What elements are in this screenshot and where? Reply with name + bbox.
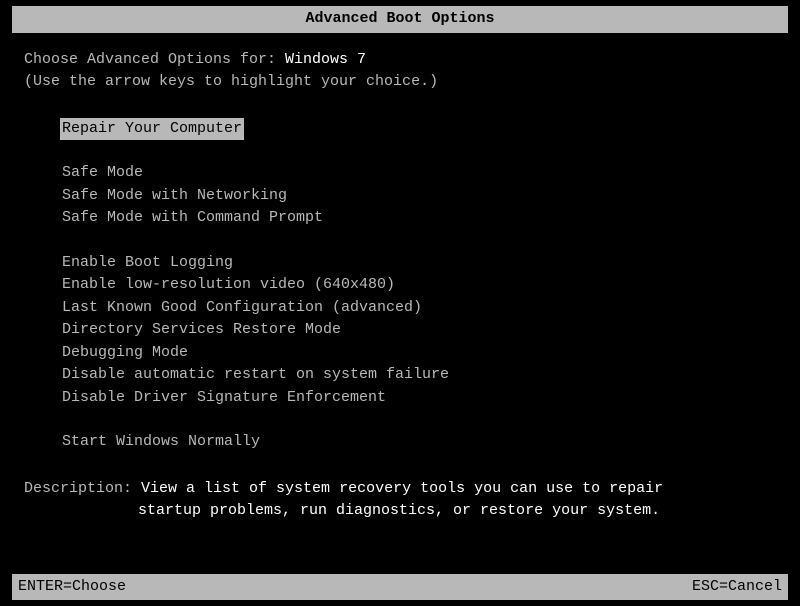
menu-item-start-windows-normally[interactable]: Start Windows Normally (60, 431, 262, 454)
menu-item-low-res-video[interactable]: Enable low-resolution video (640x480) (60, 274, 397, 297)
description-label: Description: (24, 480, 141, 497)
menu-item-safe-mode[interactable]: Safe Mode (60, 162, 145, 185)
content-area: Choose Advanced Options for: Windows 7 (… (0, 33, 800, 523)
page-title: Advanced Boot Options (305, 10, 494, 27)
menu-item-disable-auto-restart[interactable]: Disable automatic restart on system fail… (60, 364, 451, 387)
footer-bar: ENTER=Choose ESC=Cancel (12, 574, 788, 601)
prompt-prefix: Choose Advanced Options for: (24, 51, 285, 68)
description-block: Description: View a list of system recov… (24, 478, 776, 523)
title-bar: Advanced Boot Options (12, 6, 788, 33)
os-name: Windows 7 (285, 51, 366, 68)
description-text-line1: View a list of system recovery tools you… (141, 480, 663, 497)
hint-line: (Use the arrow keys to highlight your ch… (24, 71, 776, 94)
prompt-line: Choose Advanced Options for: Windows 7 (24, 49, 776, 72)
menu-item-disable-driver-sig[interactable]: Disable Driver Signature Enforcement (60, 387, 388, 410)
footer-enter: ENTER=Choose (18, 576, 126, 599)
description-text-line2: startup problems, run diagnostics, or re… (138, 502, 660, 519)
menu-item-safe-mode-command-prompt[interactable]: Safe Mode with Command Prompt (60, 207, 325, 230)
boot-menu[interactable]: Repair Your Computer Safe Mode Safe Mode… (24, 118, 776, 454)
menu-item-directory-services-restore[interactable]: Directory Services Restore Mode (60, 319, 343, 342)
menu-item-repair-your-computer[interactable]: Repair Your Computer (60, 118, 244, 141)
footer-esc: ESC=Cancel (692, 576, 782, 599)
menu-item-enable-boot-logging[interactable]: Enable Boot Logging (60, 252, 235, 275)
menu-item-safe-mode-networking[interactable]: Safe Mode with Networking (60, 185, 289, 208)
menu-item-debugging-mode[interactable]: Debugging Mode (60, 342, 190, 365)
menu-item-last-known-good[interactable]: Last Known Good Configuration (advanced) (60, 297, 424, 320)
